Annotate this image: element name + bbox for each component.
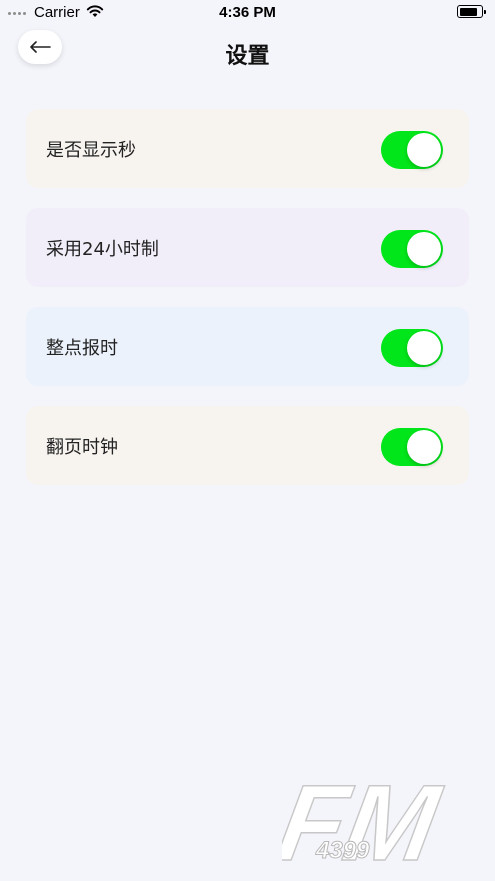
flip-clock-toggle[interactable]: [381, 428, 443, 466]
24-hour-toggle[interactable]: [381, 230, 443, 268]
setting-row-flip-clock: 翻页时钟: [26, 406, 469, 485]
watermark-logo: FM 4399: [282, 768, 450, 868]
toggle-knob: [407, 430, 441, 464]
toggle-knob: [407, 133, 441, 167]
watermark-text-small: 4399: [315, 837, 370, 864]
settings-screen: Carrier 4:36 PM 设置 是否显示秒 采用24小时制 整点报时 翻页…: [0, 0, 495, 881]
toggle-knob: [407, 331, 441, 365]
status-bar: Carrier 4:36 PM: [0, 0, 495, 26]
setting-row-hourly-chime: 整点报时: [26, 307, 469, 386]
page-title: 设置: [225, 44, 270, 69]
setting-label: 是否显示秒: [46, 139, 136, 161]
status-time: 4:36 PM: [219, 4, 276, 21]
battery-icon: [457, 5, 486, 18]
hourly-chime-toggle[interactable]: [381, 329, 443, 367]
setting-label: 整点报时: [46, 337, 118, 359]
settings-list: 是否显示秒 采用24小时制 整点报时 翻页时钟: [26, 109, 469, 505]
show-seconds-toggle[interactable]: [381, 131, 443, 169]
setting-label: 翻页时钟: [46, 436, 118, 458]
setting-row-24-hour: 采用24小时制: [26, 208, 469, 287]
toggle-knob: [407, 232, 441, 266]
setting-label: 采用24小时制: [46, 238, 159, 260]
setting-row-show-seconds: 是否显示秒: [26, 109, 469, 188]
